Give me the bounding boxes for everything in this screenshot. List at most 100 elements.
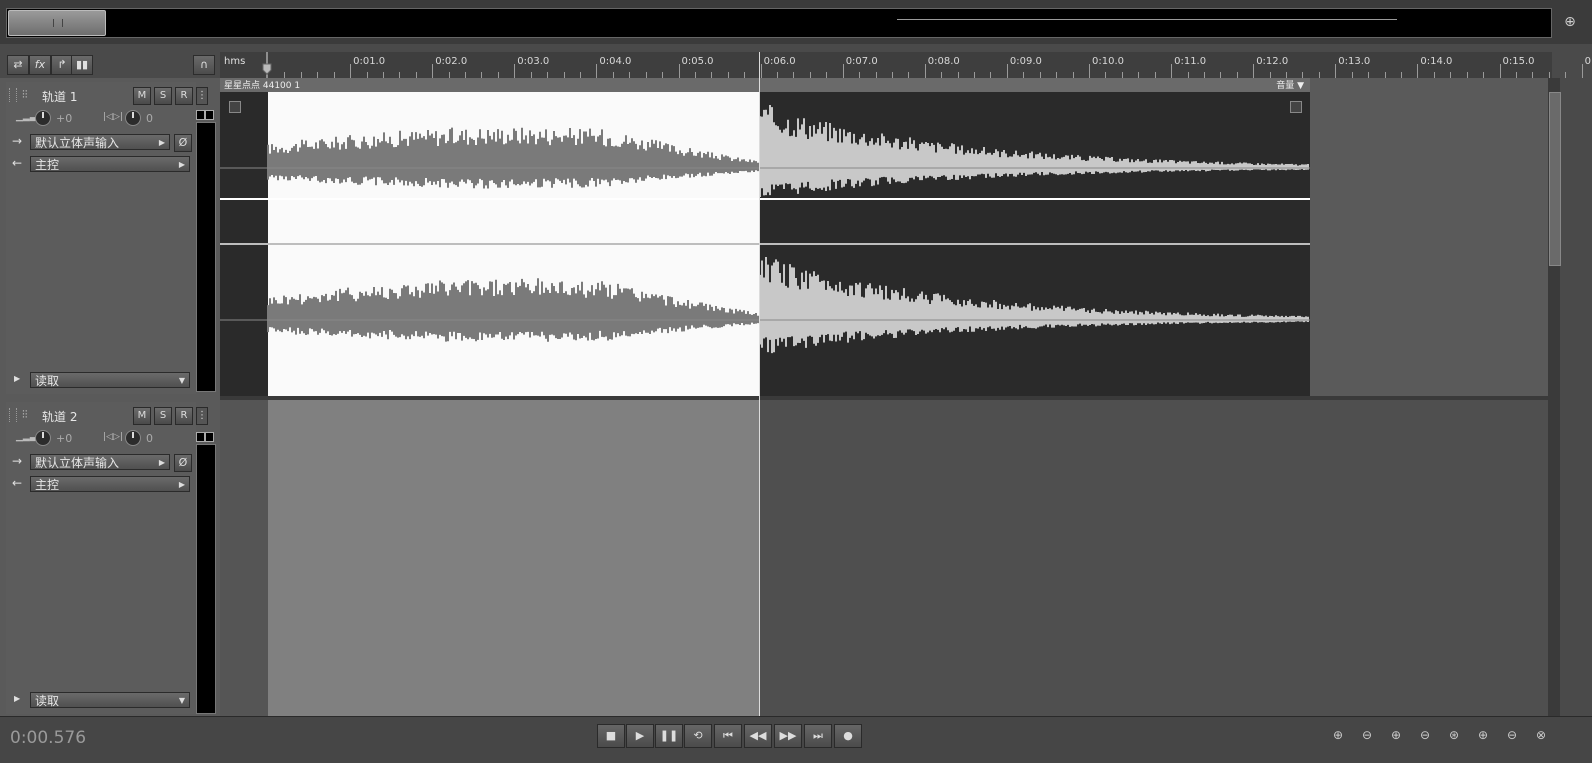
expand-automation-icon[interactable]: ▶ xyxy=(14,374,20,383)
play-button[interactable]: ▶ xyxy=(626,724,654,748)
volume-value[interactable]: +0 xyxy=(56,432,72,445)
track2-time-selection[interactable] xyxy=(268,400,760,716)
ruler-major-tick xyxy=(350,64,352,78)
zoom-in-amplitude-icon[interactable]: ⊕ xyxy=(1326,726,1350,744)
track-header-toolbar: ⇄ fx ↱ ▮▮ ∩ xyxy=(0,52,220,78)
ruler-major-tick xyxy=(1499,64,1501,78)
waveform-channel xyxy=(759,104,1309,198)
fx-icon[interactable]: fx xyxy=(29,55,51,75)
output-select-label: 主控 xyxy=(35,478,60,492)
fade-in-handle-icon[interactable] xyxy=(229,101,241,113)
expand-automation-icon[interactable]: ▶ xyxy=(14,694,20,703)
waveform-channel-selected xyxy=(267,278,759,342)
output-select-label: 主控 xyxy=(35,158,60,172)
track-header-2: ⫶⫶ 轨道 2 M S R ⋮ ▁▂▃ +0 |◁▷| 0 → 默认立体声输入 … xyxy=(6,402,208,714)
track-name[interactable]: 轨道 1 xyxy=(42,88,77,105)
ruler-major-tick xyxy=(1581,64,1583,78)
zoom-in-selection-icon[interactable]: ⊕ xyxy=(1471,726,1495,744)
go-to-end-button[interactable]: ⏭ xyxy=(804,724,832,748)
pause-button[interactable]: ❚❚ xyxy=(655,724,683,748)
stop-button[interactable]: ■ xyxy=(597,724,625,748)
ruler-major-tick xyxy=(842,64,844,78)
ruler-label: 0:13.0 xyxy=(1338,56,1371,67)
ruler-major-tick xyxy=(1006,64,1008,78)
zoom-full-icon[interactable]: ⊛ xyxy=(1442,726,1466,744)
mute-button[interactable]: M xyxy=(133,87,151,105)
ruler-label: 0:02.0 xyxy=(435,56,468,67)
pan-knob[interactable] xyxy=(125,110,141,126)
track2-meter-clip-indicators xyxy=(196,432,214,442)
fade-out-handle-icon[interactable] xyxy=(1290,101,1302,113)
rewind-button[interactable]: ◀◀ xyxy=(744,724,772,748)
automation-mode-select[interactable]: 读取 ▼ xyxy=(30,692,190,708)
record-button[interactable]: ● xyxy=(834,724,862,748)
track1-meter-clip-indicators xyxy=(196,110,214,120)
pan-knob[interactable] xyxy=(125,430,141,446)
drag-grip-icon[interactable] xyxy=(9,408,17,422)
swap-io-icon[interactable]: ⇄ xyxy=(7,55,29,75)
input-select[interactable]: 默认立体声输入 ▶ xyxy=(30,134,170,150)
solo-button[interactable]: S xyxy=(154,407,172,425)
pan-value[interactable]: 0 xyxy=(146,112,153,125)
grip-icon xyxy=(53,19,63,27)
overview-waveform-line xyxy=(897,19,1397,20)
mute-button[interactable]: M xyxy=(133,407,151,425)
monitor-input-button[interactable]: ⋮ xyxy=(196,407,208,425)
output-select[interactable]: 主控 ▶ xyxy=(30,156,190,172)
waveform-channel xyxy=(759,256,1309,354)
pan-value[interactable]: 0 xyxy=(146,432,153,445)
volume-value[interactable]: +0 xyxy=(56,112,72,125)
ruler-major-tick xyxy=(1335,64,1337,78)
zoom-in-time-icon[interactable]: ⊕ xyxy=(1384,726,1408,744)
fast-forward-button[interactable]: ▶▶ xyxy=(774,724,802,748)
solo-button[interactable]: S xyxy=(154,87,172,105)
pan-icon: |◁▷| xyxy=(103,112,123,122)
record-arm-button[interactable]: R xyxy=(175,407,193,425)
clip-volume-label: 音量 xyxy=(1276,81,1295,91)
track-header-1: ⫶⫶ 轨道 1 M S R ⋮ ▁▂▃ +0 |◁▷| 0 → 默认立体声输入 … xyxy=(6,82,208,394)
phase-invert-button[interactable]: Ø xyxy=(174,134,192,152)
record-arm-button[interactable]: R xyxy=(175,87,193,105)
go-to-start-button[interactable]: ⏮ xyxy=(714,724,742,748)
ruler-major-tick xyxy=(432,64,434,78)
input-select[interactable]: 默认立体声输入 ▶ xyxy=(30,454,170,470)
send-icon[interactable]: ↱ xyxy=(51,55,73,75)
loop-button[interactable]: ⟲ xyxy=(684,724,712,748)
ruler-major-tick xyxy=(514,64,516,78)
drag-grip-icon[interactable] xyxy=(9,88,17,102)
track-divider[interactable] xyxy=(220,396,1548,400)
volume-knob[interactable] xyxy=(35,110,51,126)
automation-mode-select[interactable]: 读取 ▼ xyxy=(30,372,190,388)
zoom-out-time-icon[interactable]: ⊖ xyxy=(1413,726,1437,744)
output-select[interactable]: 主控 ▶ xyxy=(30,476,190,492)
vertical-scrollbar-thumb[interactable] xyxy=(1549,92,1561,266)
volume-knob[interactable] xyxy=(35,430,51,446)
chevron-down-icon: ▼ xyxy=(1297,81,1304,91)
overview-viewport-thumb[interactable] xyxy=(8,10,106,36)
zoom-out-selection-icon[interactable]: ⊖ xyxy=(1500,726,1524,744)
headphones-icon[interactable]: ∩ xyxy=(193,55,215,75)
clip-name: 星星点点 44100 1 xyxy=(224,81,301,91)
monitor-input-button[interactable]: ⋮ xyxy=(196,87,208,105)
ruler-major-tick xyxy=(1253,64,1255,78)
clip-volume-menu[interactable]: 音量 ▼ xyxy=(1276,78,1304,91)
eq-icon[interactable]: ▮▮ xyxy=(71,55,93,75)
ruler-minor-tick xyxy=(1565,72,1567,78)
phase-invert-button[interactable]: Ø xyxy=(174,454,192,472)
overview-track[interactable] xyxy=(6,8,1552,38)
input-select-label: 默认立体声输入 xyxy=(35,456,120,470)
start-marker-icon[interactable] xyxy=(262,52,272,78)
volume-icon: ▁▂▃ xyxy=(16,432,37,442)
playhead-cursor[interactable] xyxy=(759,52,760,716)
clip-header[interactable]: 星星点点 44100 1 音量 ▼ xyxy=(220,78,1310,92)
waveform-channel-selected xyxy=(267,127,759,189)
ruler-label: 0:16.0 xyxy=(1584,56,1592,67)
volume-icon: ▁▂▃ xyxy=(16,112,37,122)
track-name[interactable]: 轨道 2 xyxy=(42,408,77,425)
zoom-navigator-icon[interactable]: ⊕ xyxy=(1560,12,1580,32)
ruler-major-tick xyxy=(1171,64,1173,78)
time-ruler[interactable]: hms 0:01.0 0:02.0 0:03.0 0:04.0 0:05.0 0:06.0… xyxy=(220,52,1592,79)
zoom-out-amplitude-icon[interactable]: ⊖ xyxy=(1355,726,1379,744)
track2-pre-selection xyxy=(220,400,268,716)
zoom-fit-icon[interactable]: ⊗ xyxy=(1529,726,1553,744)
